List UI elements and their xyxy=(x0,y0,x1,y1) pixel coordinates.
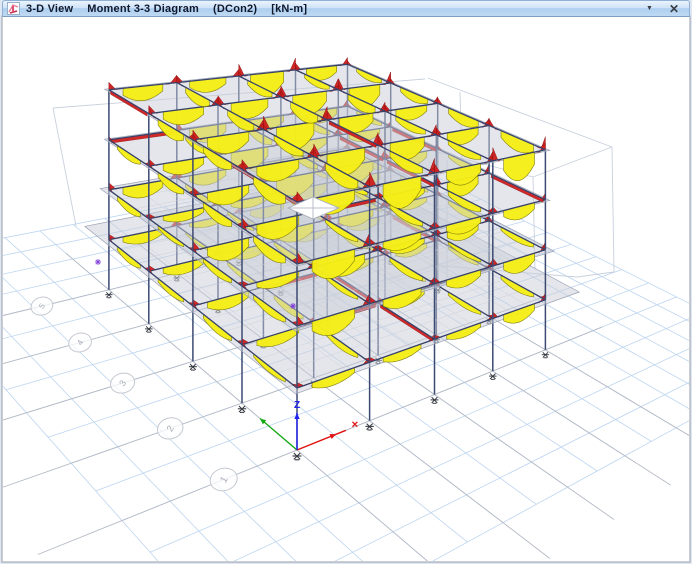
viewport-3d[interactable]: 12345✕Z xyxy=(0,0,692,564)
view-type-label: 3-D View xyxy=(26,2,74,15)
window-close-button[interactable]: ✕ xyxy=(669,3,679,15)
x-axis-marker: ✕ xyxy=(351,419,359,429)
structure-window-icon xyxy=(7,2,20,15)
z-axis-label: Z xyxy=(294,400,300,411)
window-menu-button[interactable]: ▼ xyxy=(646,5,653,12)
diagram-type-label: Moment 3-3 Diagram xyxy=(87,2,200,15)
window-titlebar[interactable]: 3-D View Moment 3-3 Diagram (DCon2) [kN-… xyxy=(2,0,690,17)
units-label: [kN-m] xyxy=(271,2,308,15)
load-case-label: (DCon2) xyxy=(213,2,258,15)
